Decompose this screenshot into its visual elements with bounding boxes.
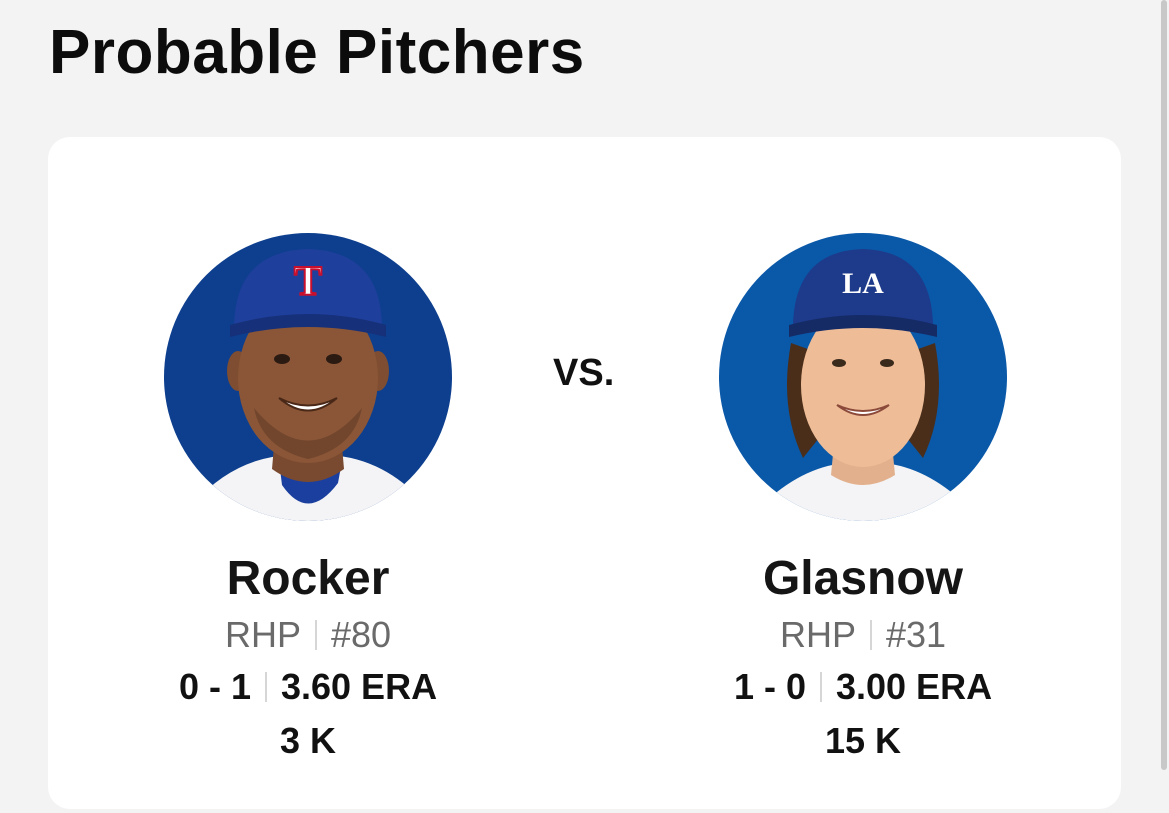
home-pitcher[interactable]: LA Glasnow RHP #31 1 - 0 3.00 ERA 15 K: [653, 233, 1073, 763]
pitcher-number: #31: [885, 614, 947, 655]
divider: [264, 672, 267, 702]
pitcher-throws: RHP: [779, 614, 856, 655]
glasnow-headshot: LA: [719, 233, 1007, 521]
versus-label: VS.: [553, 352, 615, 394]
pitcher-record: 0 - 1: [178, 666, 251, 707]
pitcher-strikeouts: 15 K: [824, 720, 902, 761]
pitcher-name[interactable]: Rocker: [227, 551, 390, 607]
divider: [819, 672, 822, 702]
pitcher-record: 1 - 0: [733, 666, 806, 707]
player-headshot-icon: T: [194, 249, 424, 521]
pitcher-number: #80: [330, 614, 392, 655]
pitcher-era: 3.00 ERA: [835, 666, 993, 707]
pitcher-meta: RHP #80: [225, 613, 391, 657]
probable-pitchers-page: Probable Pitchers T Rocker RHP #80 0 - 1…: [0, 0, 1169, 813]
scrollbar[interactable]: [1161, 0, 1167, 770]
pitcher-meta: RHP #31: [780, 613, 946, 657]
pitcher-name[interactable]: Glasnow: [763, 551, 963, 607]
divider: [869, 620, 872, 650]
svg-text:T: T: [294, 259, 322, 305]
divider: [314, 620, 317, 650]
away-pitcher[interactable]: T Rocker RHP #80 0 - 1 3.60 ERA 3 K: [98, 233, 518, 763]
pitcher-throws: RHP: [224, 614, 301, 655]
rocker-headshot: T: [164, 233, 452, 521]
svg-text:LA: LA: [842, 267, 884, 300]
pitcher-strikeouts: 3 K: [279, 720, 337, 761]
pitcher-stats: 1 - 0 3.00 ERA: [734, 665, 992, 709]
pitcher-era: 3.60 ERA: [280, 666, 438, 707]
player-headshot-icon: LA: [759, 249, 969, 521]
matchup-card: T Rocker RHP #80 0 - 1 3.60 ERA 3 K VS.: [48, 137, 1121, 809]
page-title: Probable Pitchers: [49, 18, 585, 87]
pitcher-stats: 0 - 1 3.60 ERA: [179, 665, 437, 709]
